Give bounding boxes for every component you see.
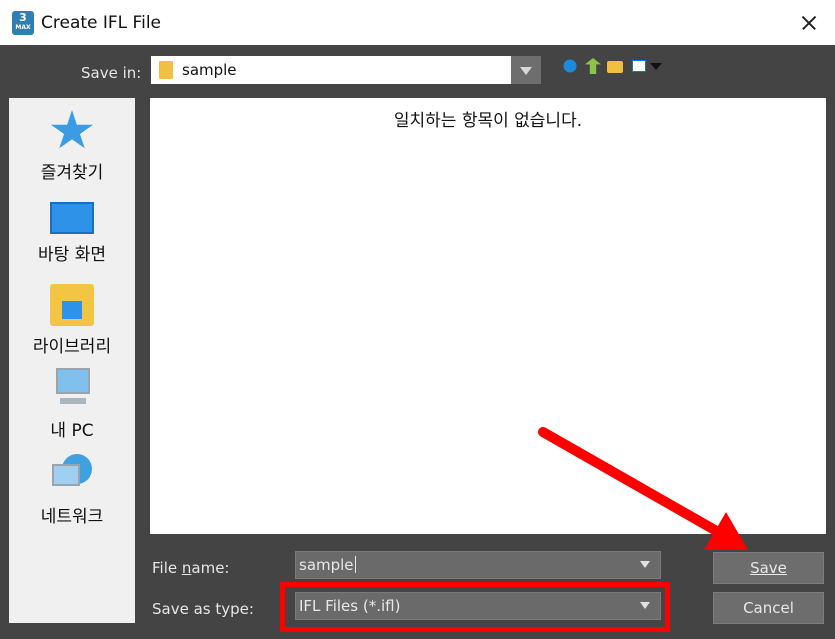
folder-icon bbox=[159, 61, 173, 79]
save-in-value: sample bbox=[182, 61, 237, 79]
place-label: 즐겨찾기 bbox=[40, 163, 104, 183]
cancel-button[interactable]: Cancel bbox=[713, 592, 824, 624]
place-label: 네트워크 bbox=[40, 507, 104, 527]
place-network[interactable]: 네트워크 bbox=[9, 454, 135, 527]
place-label: 라이브러리 bbox=[32, 337, 112, 357]
chevron-down-icon[interactable] bbox=[640, 561, 650, 568]
close-icon[interactable] bbox=[793, 7, 825, 39]
annotation-highlight-box bbox=[280, 582, 670, 632]
view-menu-icon[interactable] bbox=[632, 60, 646, 72]
back-icon[interactable] bbox=[562, 58, 578, 74]
save-in-label: Save in: bbox=[81, 64, 142, 82]
save-in-dropdown-arrow[interactable] bbox=[511, 56, 541, 84]
empty-message: 일치하는 항목이 없습니다. bbox=[393, 111, 583, 131]
window-title: Create IFL File bbox=[41, 13, 162, 33]
file-name-input[interactable]: sample bbox=[295, 551, 661, 579]
desktop-icon bbox=[50, 202, 94, 234]
favorites-star-icon bbox=[50, 110, 94, 149]
place-this-pc[interactable]: 내 PC bbox=[9, 368, 135, 441]
place-favorites[interactable]: 즐겨찾기 bbox=[9, 110, 135, 183]
place-library[interactable]: 라이브러리 bbox=[9, 284, 135, 357]
up-one-level-icon[interactable] bbox=[585, 58, 601, 74]
new-folder-icon[interactable] bbox=[607, 61, 623, 73]
save-button[interactable]: Save bbox=[713, 552, 824, 584]
3dsmax-app-icon: 3 MAX bbox=[12, 11, 34, 35]
view-menu-chevron-icon[interactable] bbox=[650, 63, 662, 70]
save-as-type-label: Save as type: bbox=[152, 600, 254, 618]
place-desktop[interactable]: 바탕 화면 bbox=[9, 198, 135, 265]
save-in-dropdown[interactable]: sample bbox=[151, 56, 511, 84]
network-icon bbox=[50, 454, 94, 496]
places-bar: 즐겨찾기 바탕 화면 라이브러리 내 PC 네트워크 bbox=[9, 98, 135, 623]
library-folder-icon bbox=[50, 284, 94, 326]
file-name-label: File name: bbox=[152, 559, 230, 577]
place-label: 내 PC bbox=[50, 421, 94, 441]
this-pc-icon bbox=[50, 368, 94, 410]
title-bar: 3 MAX Create IFL File bbox=[0, 0, 835, 45]
file-name-value: sample bbox=[299, 556, 354, 574]
file-list[interactable]: 일치하는 항목이 없습니다. bbox=[150, 98, 826, 534]
place-label: 바탕 화면 bbox=[38, 245, 106, 265]
